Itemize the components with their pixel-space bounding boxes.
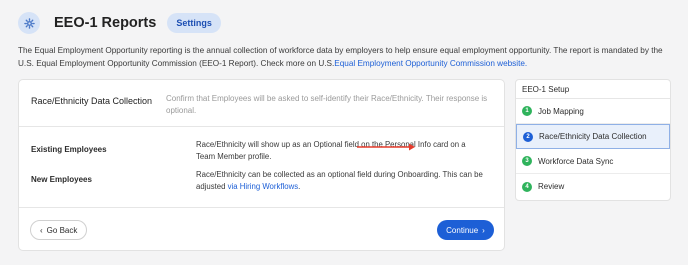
red-arrow-icon	[357, 143, 415, 151]
page-title: EEO-1 Reports	[54, 15, 157, 31]
existing-employees-label: Existing Employees	[31, 145, 107, 154]
continue-button[interactable]: Continue ›	[437, 220, 494, 240]
step-job-mapping[interactable]: 1 Job Mapping	[516, 99, 670, 124]
existing-employees-text: Race/Ethnicity will show up as an Option…	[196, 140, 466, 161]
step-card: Race/Ethnicity Data Collection Confirm t…	[18, 79, 505, 251]
card-title: Race/Ethnicity Data Collection	[31, 96, 153, 106]
step-number: 3	[522, 156, 532, 166]
hiring-workflows-link[interactable]: via Hiring Workflows	[228, 182, 298, 191]
step-label: Workforce Data Sync	[538, 156, 614, 166]
step-label: Race/Ethnicity Data Collection	[539, 132, 647, 141]
page-header: EEO-1 Reports Settings	[18, 11, 221, 35]
settings-button[interactable]: Settings	[167, 13, 221, 33]
step-number: 2	[523, 131, 533, 142]
chevron-right-icon: ›	[482, 225, 485, 235]
eeoc-website-link[interactable]: Equal Employment Opportunity Commission …	[334, 59, 527, 68]
step-race-ethnicity[interactable]: 2 Race/Ethnicity Data Collection	[516, 124, 670, 149]
gear-icon	[18, 12, 40, 34]
step-label: Job Mapping	[538, 106, 584, 116]
setup-panel: EEO-1 Setup 1 Job Mapping 2 Race/Ethnici…	[515, 79, 671, 201]
card-header: Race/Ethnicity Data Collection Confirm t…	[19, 80, 504, 127]
step-label: Review	[538, 182, 565, 191]
new-employees-text: Race/Ethnicity can be collected as an op…	[196, 170, 483, 191]
step-number: 1	[522, 106, 532, 116]
step-review[interactable]: 4 Review	[516, 174, 670, 199]
card-description: Confirm that Employees will be asked to …	[166, 94, 488, 115]
step-workforce-sync[interactable]: 3 Workforce Data Sync	[516, 149, 670, 174]
setup-title: EEO-1 Setup	[516, 80, 670, 99]
card-footer: ‹ Go Back Continue ›	[19, 207, 504, 251]
step-number: 4	[522, 181, 532, 192]
chevron-left-icon: ‹	[40, 225, 43, 235]
intro-paragraph: The Equal Employment Opportunity reporti…	[18, 45, 678, 70]
new-employees-label: New Employees	[31, 175, 92, 184]
go-back-button[interactable]: ‹ Go Back	[30, 220, 88, 240]
